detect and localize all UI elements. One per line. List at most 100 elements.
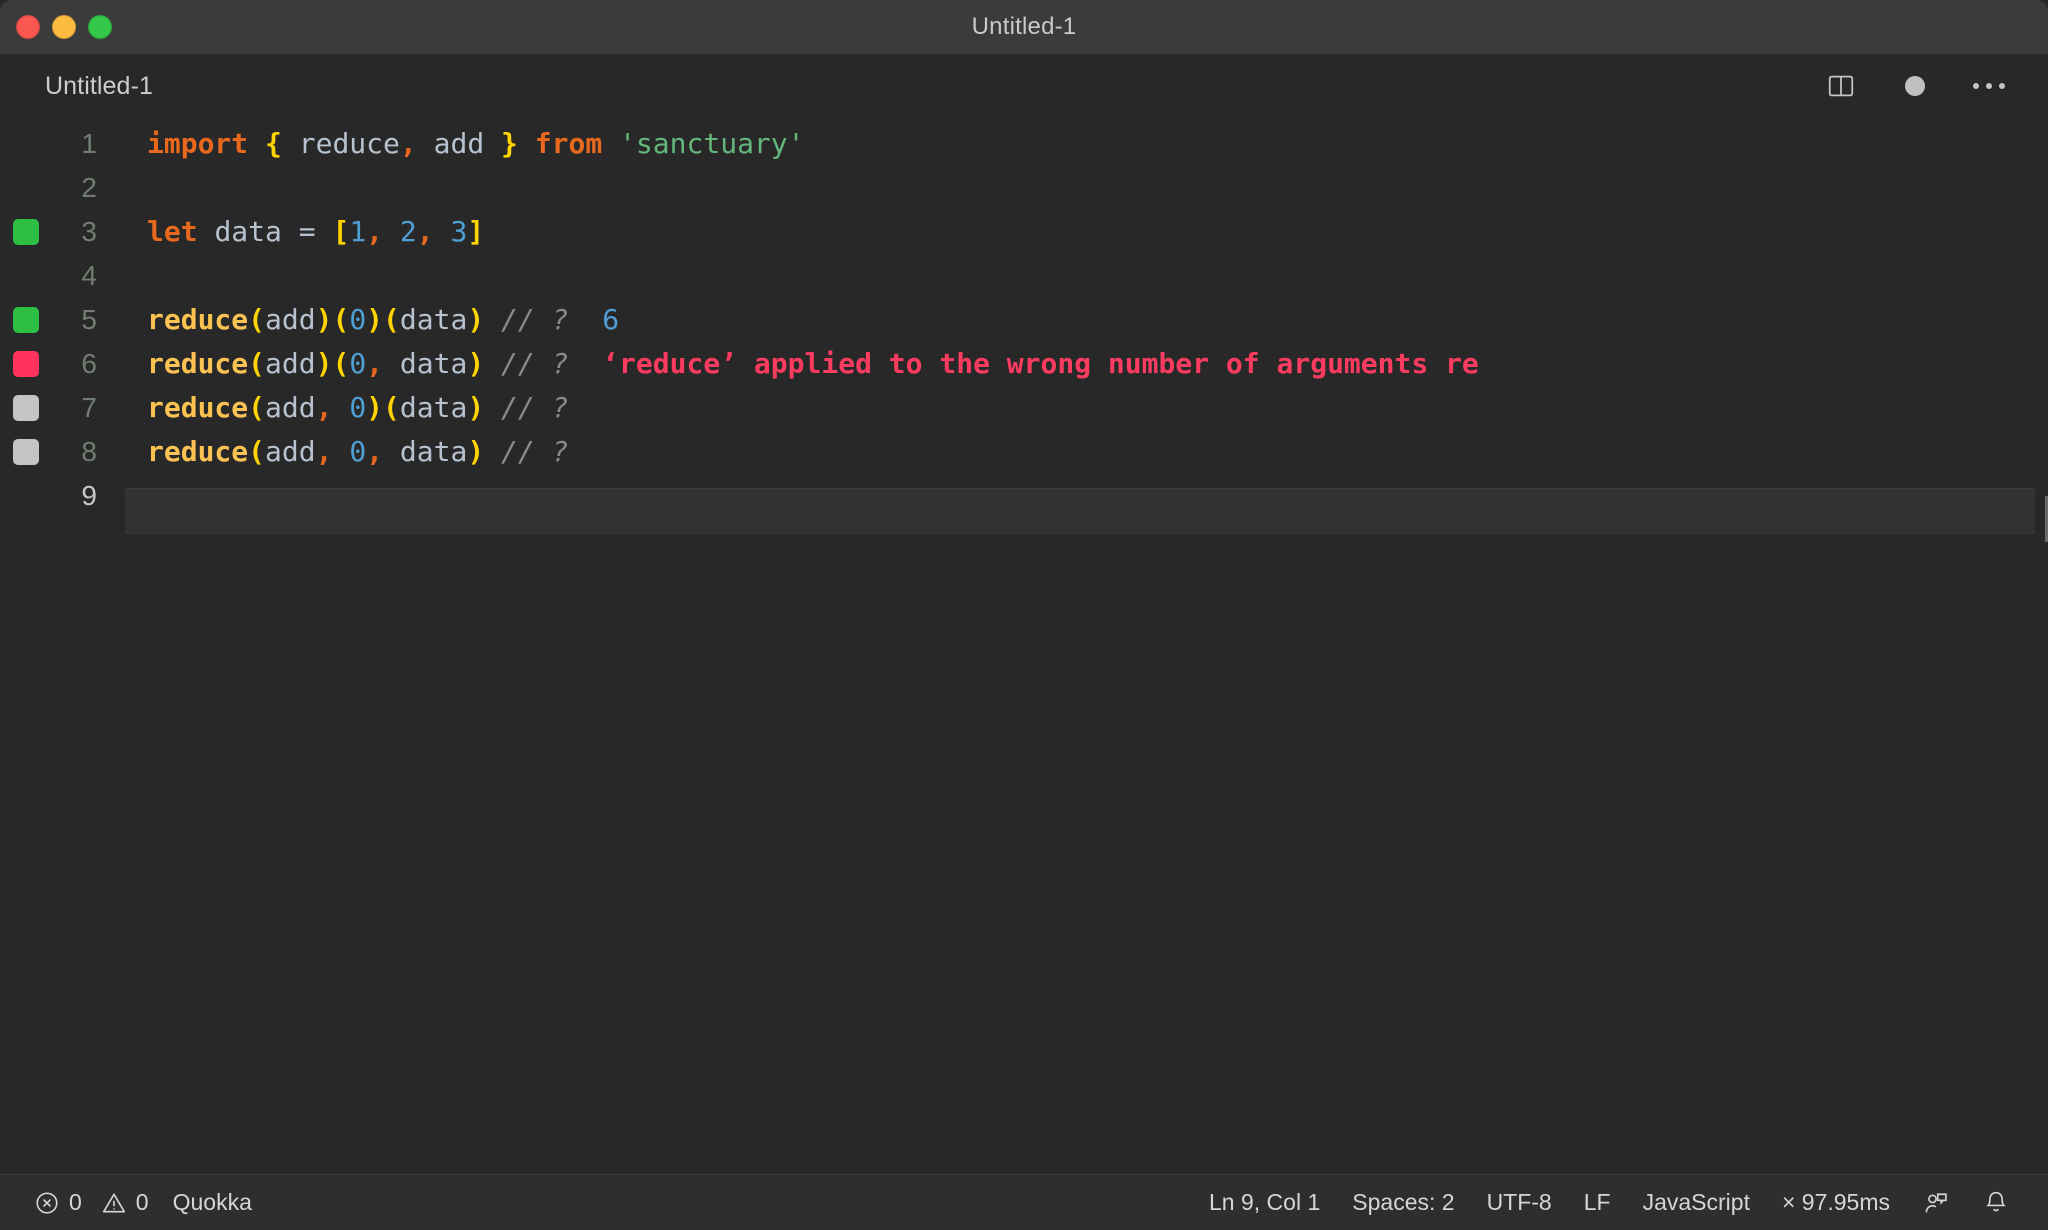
code-line[interactable]: 7 reduce(add, 0)(data) // ? [0,386,2048,430]
unsaved-dot-icon [1898,69,1932,103]
code-line-content[interactable]: reduce(add, 0, data) // ? [125,430,2048,474]
code-token-num: 1 [349,215,367,248]
code-line[interactable]: 9 [0,474,2048,534]
code-token-punc: , [366,215,384,248]
code-line[interactable]: 8 reduce(add, 0, data) // ? [0,430,2048,474]
code-token-var: add [265,303,316,336]
quokka-gutter-marker-grey[interactable] [13,395,39,421]
code-token-brace: ] [467,215,485,248]
more-actions-icon[interactable] [1972,69,2006,103]
statusbar-left: 0 0 Quokka [26,1175,268,1230]
quokka-gutter-marker-green[interactable] [13,307,39,333]
feedback-person-icon [1922,1189,1950,1217]
code-token-punc: , [399,127,417,160]
line-number: 4 [81,260,97,291]
code-token-var: data [399,391,468,424]
statusbar-encoding[interactable]: UTF-8 [1471,1175,1568,1230]
code-token-paren: ) [315,303,333,336]
code-line-content[interactable]: let data = [1, 2, 3] [125,210,2048,254]
statusbar-quokka[interactable]: Quokka [157,1175,268,1230]
vscode-window: Untitled-1 Untitled-1 1 import { reduce, … [0,0,2048,1230]
code-line[interactable]: 4 [0,254,2048,298]
code-token-kw: import [147,127,249,160]
code-token-num: 0 [349,303,367,336]
code-token-var: data [399,303,468,336]
code-line[interactable]: 1 import { reduce, add } from 'sanctuary' [0,122,2048,166]
code-token-paren: ( [332,347,350,380]
code-line-content[interactable]: import { reduce, add } from 'sanctuary' [125,122,2048,166]
code-line-content[interactable]: reduce(add)(0)(data) // ? 6 [125,298,2048,342]
code-token-brace: [ [332,215,350,248]
code-token-kw: let [147,215,198,248]
indentation-label: Spaces: 2 [1352,1189,1455,1215]
error-count: 0 [69,1189,82,1215]
minimize-window-button[interactable] [52,15,76,39]
code-token-paren: ) [467,391,485,424]
code-token-fn: reduce [147,347,249,380]
code-token-brace: { [265,127,282,160]
code-token-num: 0 [349,391,367,424]
statusbar-indentation[interactable]: Spaces: 2 [1336,1175,1470,1230]
quokka-gutter-marker-red[interactable] [13,351,39,377]
tab-untitled-1[interactable]: Untitled-1 [0,54,179,118]
code-line-content[interactable]: reduce(add, 0)(data) // ? [125,386,2048,430]
statusbar: 0 0 Quokka Ln 9, Col 1 Spaces: 2 UTF-8 L… [0,1174,2048,1230]
statusbar-feedback[interactable] [1906,1175,1966,1230]
quokka-gutter-marker-grey[interactable] [13,439,39,465]
code-line[interactable]: 5 reduce(add)(0)(data) // ? 6 [0,298,2048,342]
cursor-position-label: Ln 9, Col 1 [1209,1189,1321,1215]
code-line[interactable]: 3 let data = [1, 2, 3] [0,210,2048,254]
code-token-paren: ) [467,303,485,336]
quokka-gutter-marker-green[interactable] [13,219,39,245]
maximize-window-button[interactable] [88,15,112,39]
code-token-var: add [433,127,485,160]
error-circle-x-icon [34,1190,60,1216]
tab-label: Untitled-1 [45,71,153,100]
statusbar-diagnostics[interactable]: 0 0 [26,1175,157,1230]
split-editor-icon[interactable] [1824,69,1858,103]
eol-label: LF [1583,1189,1611,1215]
code-editor[interactable]: 1 import { reduce, add } from 'sanctuary'… [0,118,2048,1174]
code-token-var: add [265,391,316,424]
statusbar-cursor-position[interactable]: Ln 9, Col 1 [1193,1175,1336,1230]
warning-triangle-icon [101,1190,127,1216]
code-token-paren: ( [248,303,266,336]
statusbar-eol[interactable]: LF [1568,1175,1627,1230]
code-line[interactable]: 2 [0,166,2048,210]
editor-tabbar: Untitled-1 [0,54,2048,118]
code-token-num: 2 [399,215,417,248]
code-token-comment: // ? [501,347,569,380]
code-token-var: data [399,435,468,468]
code-line-content[interactable]: reduce(add)(0, data) // ? ‘reduce’ appli… [125,342,2048,386]
code-token-paren: ) [467,435,485,468]
code-token-var: data [214,215,282,248]
close-window-button[interactable] [16,15,40,39]
statusbar-run-time[interactable]: × 97.95ms [1766,1175,1906,1230]
code-line[interactable]: 6 reduce(add)(0, data) // ? ‘reduce’ appl… [0,342,2048,386]
code-token-comment: // ? [501,435,569,468]
statusbar-notifications[interactable] [1966,1175,2026,1230]
code-token-paren: ) [467,347,485,380]
code-token-paren: ( [383,391,400,424]
code-token-var: add [265,435,316,468]
code-token-num: 3 [450,215,468,248]
code-token-paren: ) [366,391,384,424]
language-mode-label: JavaScript [1642,1189,1750,1215]
code-lines: 1 import { reduce, add } from 'sanctuary'… [0,118,2048,534]
statusbar-language-mode[interactable]: JavaScript [1627,1175,1766,1230]
window-title: Untitled-1 [971,13,1077,40]
